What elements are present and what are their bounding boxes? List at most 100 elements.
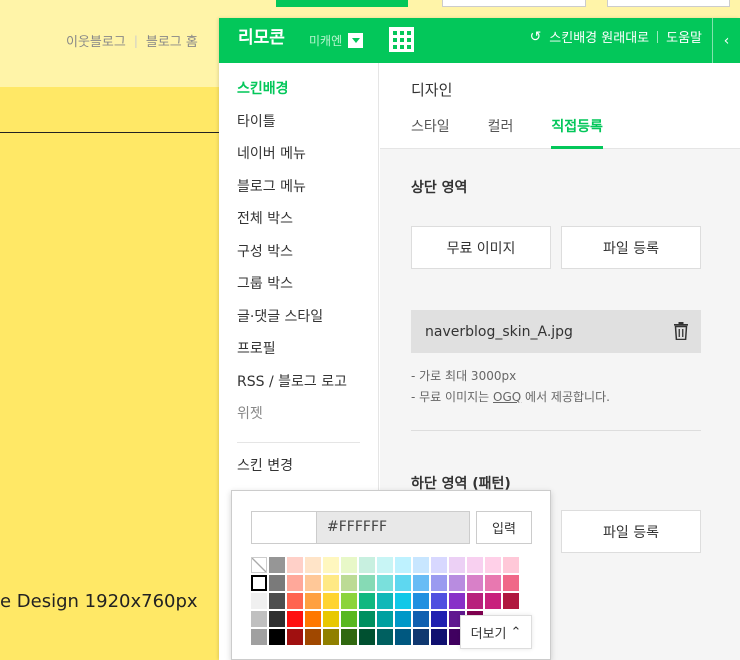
color-swatch[interactable] bbox=[359, 611, 375, 627]
more-colors-button[interactable]: 더보기 ⌃ bbox=[460, 615, 532, 649]
sidebar-item[interactable]: 전체 박스 bbox=[237, 208, 378, 241]
chevron-left-icon[interactable]: ‹ bbox=[712, 18, 740, 63]
color-swatch[interactable] bbox=[395, 575, 411, 591]
free-image-button[interactable]: 무료 이미지 bbox=[411, 226, 551, 269]
color-swatch[interactable] bbox=[449, 593, 465, 609]
color-swatch[interactable] bbox=[467, 593, 483, 609]
color-swatch[interactable] bbox=[269, 593, 285, 609]
color-swatch[interactable] bbox=[359, 575, 375, 591]
color-swatch[interactable] bbox=[323, 611, 339, 627]
color-swatch[interactable] bbox=[251, 557, 267, 573]
color-swatch[interactable] bbox=[431, 593, 447, 609]
color-swatch[interactable] bbox=[287, 611, 303, 627]
blog-top-button[interactable] bbox=[607, 0, 730, 7]
color-swatch[interactable] bbox=[485, 593, 501, 609]
color-swatch[interactable] bbox=[431, 629, 447, 645]
color-swatch[interactable] bbox=[305, 611, 321, 627]
help-button[interactable]: 도움말 bbox=[666, 27, 702, 46]
color-swatch[interactable] bbox=[377, 611, 393, 627]
blog-home-link[interactable]: 블로그 홈 bbox=[146, 31, 198, 50]
restore-skin-background-button[interactable]: 스킨배경 원래대로 bbox=[549, 27, 649, 46]
color-swatch[interactable] bbox=[377, 575, 393, 591]
top-file-register-button[interactable]: 파일 등록 bbox=[561, 226, 701, 269]
color-swatch[interactable] bbox=[413, 575, 429, 591]
color-swatch[interactable] bbox=[395, 593, 411, 609]
color-swatch[interactable] bbox=[323, 557, 339, 573]
color-swatch[interactable] bbox=[449, 575, 465, 591]
ogq-link[interactable]: OGQ bbox=[493, 390, 521, 404]
color-swatch[interactable] bbox=[269, 575, 285, 591]
color-swatch[interactable] bbox=[305, 557, 321, 573]
color-swatch[interactable] bbox=[323, 629, 339, 645]
bottom-file-register-button[interactable]: 파일 등록 bbox=[561, 510, 701, 553]
sidebar-item[interactable]: 블로그 메뉴 bbox=[237, 176, 378, 209]
tab-style[interactable]: 스타일 bbox=[411, 116, 450, 149]
color-swatch[interactable] bbox=[269, 557, 285, 573]
color-swatch[interactable] bbox=[341, 629, 357, 645]
color-swatch[interactable] bbox=[377, 629, 393, 645]
color-swatch[interactable] bbox=[503, 575, 519, 591]
color-swatch[interactable] bbox=[359, 629, 375, 645]
color-swatch[interactable] bbox=[413, 629, 429, 645]
tab-direct-register[interactable]: 직접등록 bbox=[551, 116, 603, 149]
color-swatch[interactable] bbox=[305, 629, 321, 645]
color-swatch[interactable] bbox=[431, 611, 447, 627]
blog-top-button-green[interactable] bbox=[276, 0, 408, 7]
hex-input[interactable]: #FFFFFF bbox=[316, 511, 470, 544]
grid-icon[interactable] bbox=[389, 27, 414, 52]
color-swatch[interactable] bbox=[359, 557, 375, 573]
neighbor-blog-link[interactable]: 이웃블로그 bbox=[66, 31, 126, 50]
color-swatch[interactable] bbox=[251, 575, 267, 591]
skin-change-menu-item[interactable]: 스킨 변경 bbox=[219, 455, 378, 475]
color-swatch[interactable] bbox=[251, 629, 267, 645]
color-swatch[interactable] bbox=[395, 611, 411, 627]
color-swatch[interactable] bbox=[269, 629, 285, 645]
sidebar-item[interactable]: 프로필 bbox=[237, 338, 378, 371]
color-swatch[interactable] bbox=[395, 557, 411, 573]
color-swatch[interactable] bbox=[413, 557, 429, 573]
tab-color[interactable]: 컬러 bbox=[488, 116, 514, 149]
color-swatch[interactable] bbox=[431, 575, 447, 591]
color-swatch[interactable] bbox=[341, 611, 357, 627]
color-swatch[interactable] bbox=[287, 593, 303, 609]
color-swatch[interactable] bbox=[377, 593, 393, 609]
color-swatch[interactable] bbox=[485, 575, 501, 591]
sidebar-item[interactable]: 글·댓글 스타일 bbox=[237, 306, 378, 339]
color-swatch[interactable] bbox=[323, 593, 339, 609]
dropdown-arrow-icon[interactable] bbox=[348, 33, 364, 48]
sidebar-item[interactable]: 스킨배경 bbox=[237, 78, 378, 111]
sidebar-item[interactable]: 네이버 메뉴 bbox=[237, 143, 378, 176]
color-swatch[interactable] bbox=[431, 557, 447, 573]
color-swatch[interactable] bbox=[287, 629, 303, 645]
color-swatch[interactable] bbox=[341, 557, 357, 573]
color-swatch[interactable] bbox=[305, 593, 321, 609]
color-swatch[interactable] bbox=[467, 575, 483, 591]
color-swatch[interactable] bbox=[305, 575, 321, 591]
color-swatch[interactable] bbox=[503, 557, 519, 573]
color-swatch[interactable] bbox=[503, 593, 519, 609]
restore-icon[interactable]: ↺ bbox=[530, 29, 542, 45]
color-swatch[interactable] bbox=[287, 575, 303, 591]
sidebar-item[interactable]: RSS / 블로그 로고 bbox=[237, 371, 378, 404]
sidebar-item[interactable]: 타이틀 bbox=[237, 111, 378, 144]
trash-icon[interactable] bbox=[673, 322, 689, 340]
color-swatch[interactable] bbox=[341, 593, 357, 609]
color-swatch[interactable] bbox=[251, 611, 267, 627]
enter-color-button[interactable]: 입력 bbox=[476, 511, 532, 544]
color-swatch[interactable] bbox=[413, 611, 429, 627]
color-swatch[interactable] bbox=[467, 557, 483, 573]
sidebar-item[interactable]: 그룹 박스 bbox=[237, 273, 378, 306]
blog-top-button[interactable] bbox=[442, 0, 586, 7]
sidebar-item[interactable]: 위젯 bbox=[237, 403, 378, 436]
mini-menu-dropdown[interactable]: 미캐엔 bbox=[309, 32, 364, 49]
color-swatch[interactable] bbox=[359, 593, 375, 609]
color-swatch[interactable] bbox=[287, 557, 303, 573]
color-swatch[interactable] bbox=[323, 575, 339, 591]
color-swatch[interactable] bbox=[377, 557, 393, 573]
color-swatch[interactable] bbox=[269, 611, 285, 627]
color-swatch[interactable] bbox=[413, 593, 429, 609]
color-swatch[interactable] bbox=[251, 593, 267, 609]
sidebar-item[interactable]: 구성 박스 bbox=[237, 241, 378, 274]
color-swatch[interactable] bbox=[449, 557, 465, 573]
color-swatch[interactable] bbox=[395, 629, 411, 645]
